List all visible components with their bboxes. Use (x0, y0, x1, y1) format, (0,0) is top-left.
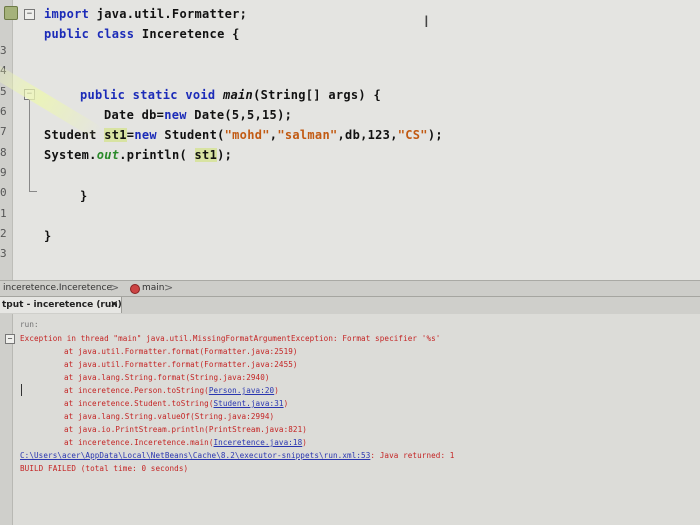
line-number: 1 (0, 207, 7, 220)
line-number: 6 (0, 105, 7, 118)
breadcrumb-item-class[interactable]: inceretence.Inceretence (3, 283, 112, 293)
file-link[interactable]: C:\Users\acer\AppData\Local\NetBeans\Cac… (20, 451, 370, 460)
code-line: Student st1=new Student("mohd","salman",… (44, 128, 443, 142)
breadcrumb-separator: > (110, 281, 120, 294)
output-line: at java.io.PrintStream.println(PrintStre… (64, 425, 307, 434)
text-caret (21, 384, 22, 396)
code-line: } (80, 189, 88, 203)
output-line: run: (20, 320, 39, 329)
stack-link[interactable]: Inceretence.java:18 (214, 438, 303, 447)
line-number: 3 (0, 247, 7, 260)
tab-output-run[interactable]: tput - inceretence (run) × (0, 297, 122, 313)
code-line: } (44, 229, 52, 243)
line-number: 3 (0, 44, 7, 57)
code-line: System.out.println( st1); (44, 148, 233, 162)
breadcrumb: inceretence.Inceretence > main > (0, 280, 700, 297)
output-line: at java.util.Formatter.format(Formatter.… (64, 347, 298, 356)
bean-icon (4, 6, 18, 20)
close-icon[interactable]: × (110, 297, 118, 313)
output-console[interactable]: − run: Exception in thread "main" java.u… (0, 314, 700, 525)
stack-link[interactable]: Student.java:31 (214, 399, 284, 408)
line-number: 7 (0, 125, 7, 138)
breadcrumb-separator: > (164, 281, 174, 294)
tab-label: tput - inceretence (run) (2, 300, 122, 310)
code-line: public static void main(String[] args) { (80, 88, 381, 102)
output-line: Exception in thread "main" java.util.Mis… (20, 334, 441, 343)
output-line: BUILD FAILED (total time: 0 seconds) (20, 464, 189, 473)
line-number: 2 (0, 227, 7, 240)
stack-link[interactable]: Person.java:20 (209, 386, 274, 395)
code-line: Date db=new Date(5,5,15); (104, 108, 293, 122)
output-gutter (0, 314, 13, 525)
breadcrumb-item-method[interactable]: main (142, 283, 165, 293)
line-number: 0 (0, 186, 7, 199)
fold-guide (29, 100, 30, 192)
output-line: C:\Users\acer\AppData\Local\NetBeans\Cac… (20, 451, 455, 460)
fold-toggle-icon[interactable]: − (5, 334, 15, 344)
text-cursor-icon: I (424, 12, 429, 31)
fold-guide-end (29, 191, 37, 192)
code-line: import java.util.Formatter; (44, 7, 248, 21)
line-number: 8 (0, 146, 7, 159)
output-line: at java.util.Formatter.format(Formatter.… (64, 360, 298, 369)
code-editor[interactable]: 3 4 5 6 7 8 9 0 1 2 3 − − import java.ut… (0, 0, 700, 280)
fold-toggle-icon[interactable]: − (24, 9, 35, 20)
output-line: at inceretence.Person.toString(Person.ja… (64, 386, 279, 395)
method-icon (130, 284, 140, 294)
output-tab-bar: tput - inceretence (run) × (0, 296, 700, 315)
output-line: at java.lang.String.valueOf(String.java:… (64, 412, 275, 421)
output-line: at inceretence.Student.toString(Student.… (64, 399, 289, 408)
line-number: 9 (0, 166, 7, 179)
line-number-gutter: 3 4 5 6 7 8 9 0 1 2 3 (0, 0, 13, 280)
code-line: public class Inceretence { (44, 27, 240, 41)
output-line: at java.lang.String.format(String.java:2… (64, 373, 270, 382)
output-line: at inceretence.Inceretence.main(Incerete… (64, 438, 307, 447)
